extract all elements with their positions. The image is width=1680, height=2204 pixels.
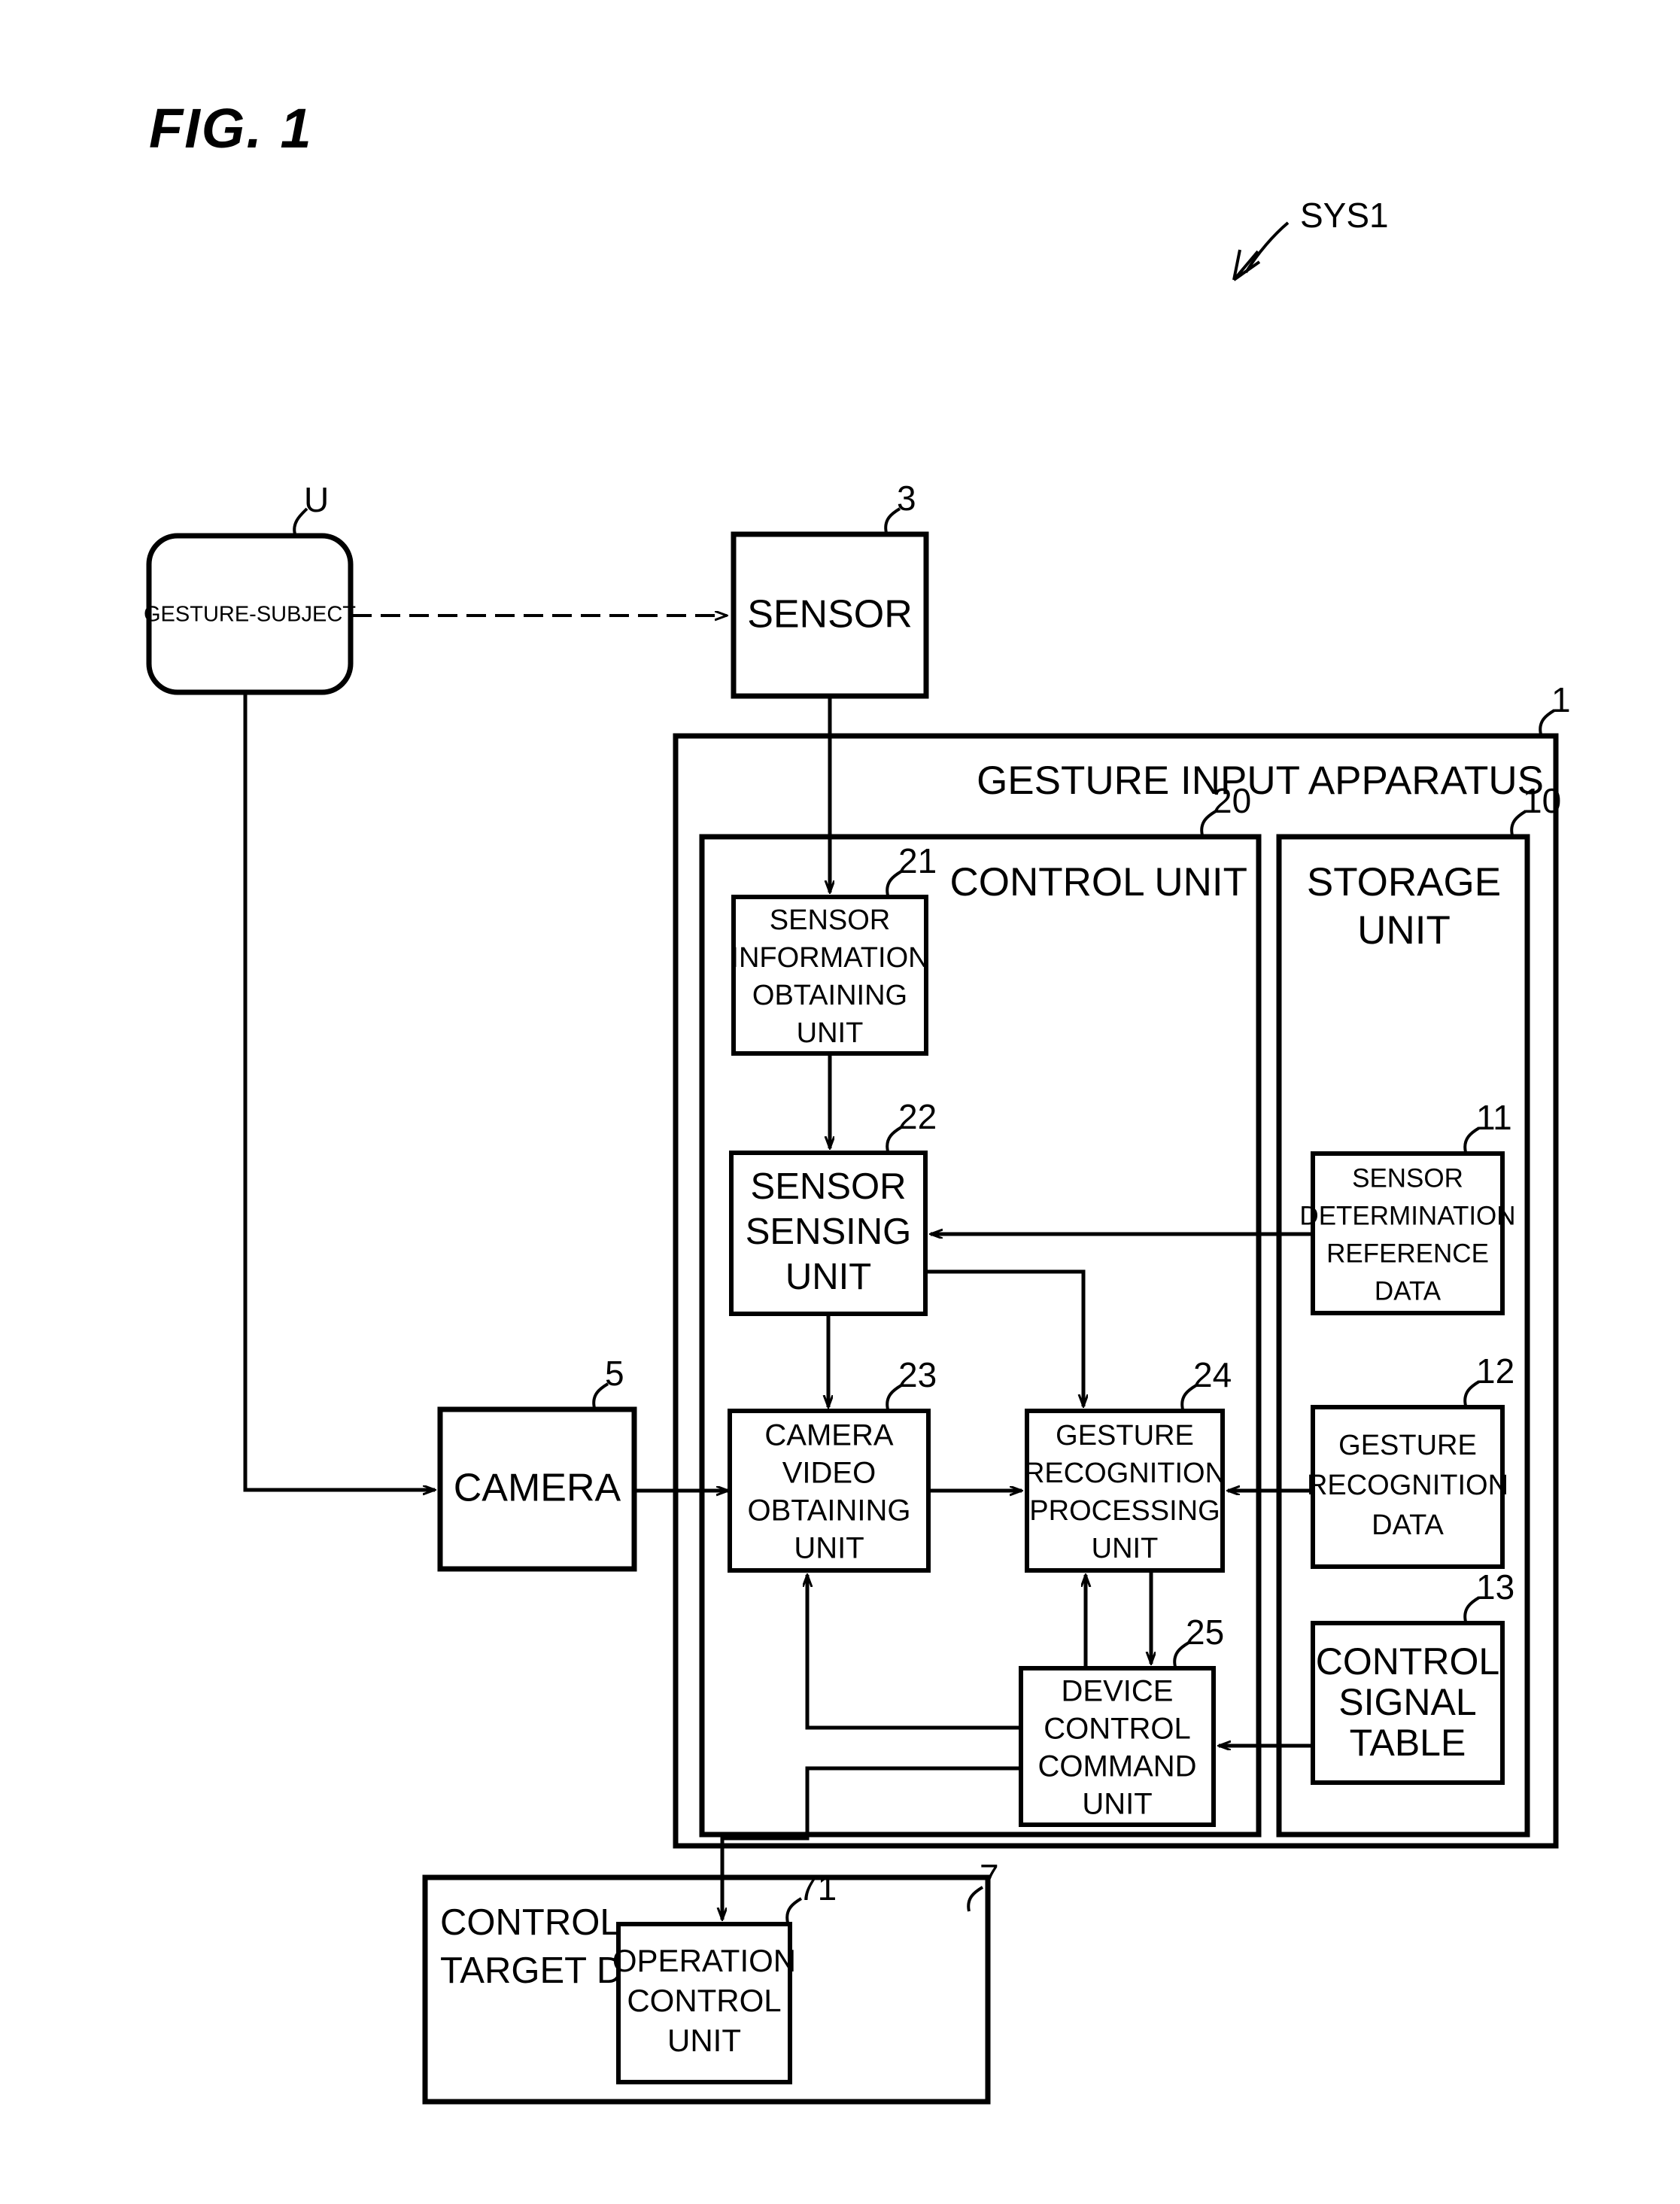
data11-line1: SENSOR [1352, 1163, 1463, 1193]
unit24-line3: PROCESSING [1029, 1495, 1220, 1527]
data12-line1: GESTURE [1338, 1430, 1477, 1461]
unit24-line2: RECOGNITION [1024, 1458, 1226, 1489]
unit21-ref: 21 [898, 841, 937, 880]
data12-line2: RECOGNITION [1307, 1470, 1508, 1501]
unit23-line1: CAMERA [764, 1419, 893, 1452]
unit71-line3: UNIT [667, 2023, 741, 2058]
device7-ref: 7 [980, 1857, 999, 1896]
unit71-line1: OPERATION [612, 1943, 796, 1978]
unit22-line1: SENSOR [751, 1166, 907, 1207]
unit25-line4: UNIT [1082, 1788, 1152, 1821]
unit71-line2: CONTROL [627, 1983, 781, 2018]
data12-ref: 12 [1476, 1351, 1514, 1391]
apparatus-ref: 1 [1551, 680, 1571, 719]
data13-line2: SIGNAL [1338, 1681, 1476, 1723]
unit25-ref: 25 [1186, 1613, 1224, 1652]
unit23-line3: OBTAINING [747, 1494, 910, 1528]
unit21-line2: INFORMATION [731, 942, 928, 974]
unit22-ref: 22 [898, 1097, 937, 1136]
sys1-label: SYS1 [1300, 196, 1389, 235]
unit22-line2: SENSING [746, 1211, 912, 1252]
data11-line3: REFERENCE [1326, 1239, 1489, 1268]
unit22-line3: UNIT [785, 1257, 871, 1297]
camera-label: CAMERA [454, 1467, 621, 1510]
unit24-ref: 24 [1193, 1355, 1232, 1394]
gesture-subject-label: GESTURE-SUBJECT [144, 603, 356, 627]
unit21-line3: OBTAINING [752, 980, 907, 1011]
data11-line4: DATA [1375, 1276, 1442, 1306]
control-unit-label: CONTROL UNIT [949, 860, 1247, 904]
device7-line1: CONTROL [440, 1902, 621, 1943]
data11-line2: DETERMINATION [1299, 1201, 1515, 1230]
unit25-line1: DEVICE [1062, 1675, 1174, 1708]
unit23-ref: 23 [898, 1355, 937, 1394]
storage-unit-label-line1: STORAGE [1307, 860, 1501, 904]
figure-canvas: FIG. 1 SYS1 GESTURE-SUBJECT U SENSOR 3 G… [0, 0, 1680, 2204]
data13-line1: CONTROL [1316, 1640, 1499, 1683]
unit23-line4: UNIT [794, 1532, 864, 1565]
storage-unit-label-line2: UNIT [1357, 908, 1451, 953]
unit21-line4: UNIT [797, 1017, 864, 1049]
storage-unit-ref: 10 [1523, 781, 1561, 820]
unit25-to-unit23-link [807, 1575, 1021, 1730]
sensor-ref: 3 [897, 479, 916, 518]
unit21-line1: SENSOR [770, 904, 890, 936]
data13-line3: TABLE [1350, 1722, 1466, 1764]
data11-ref: 11 [1476, 1098, 1512, 1137]
unit25-line2: CONTROL [1044, 1713, 1191, 1746]
unit22-to-unit24-link [925, 1269, 1083, 1406]
gesture-input-apparatus-label: GESTURE INPUT APPARATUS [977, 758, 1544, 803]
sys1-pointer [1232, 221, 1290, 281]
unit24-line1: GESTURE [1056, 1420, 1194, 1452]
unit71-ref: 71 [798, 1868, 837, 1908]
control-unit-ref: 20 [1213, 781, 1251, 820]
unit25-line3: COMMAND [1037, 1750, 1196, 1783]
sensor-label: SENSOR [747, 593, 913, 637]
data12-line3: DATA [1372, 1509, 1444, 1541]
unit24-line4: UNIT [1092, 1533, 1159, 1564]
gesture-to-camera-link [243, 692, 435, 1490]
data13-ref: 13 [1476, 1567, 1514, 1607]
gesture-subject-ref: U [304, 480, 329, 519]
camera-ref: 5 [605, 1354, 624, 1393]
unit23-line2: VIDEO [782, 1457, 876, 1490]
diagram-svg: SYS1 GESTURE-SUBJECT U SENSOR 3 GESTURE … [144, 196, 1571, 2105]
